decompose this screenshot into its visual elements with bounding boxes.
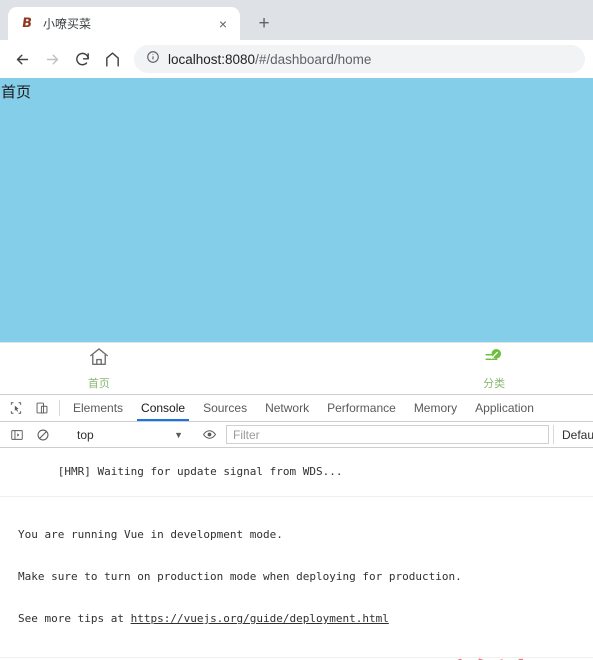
console-message-hmr-text: [HMR] Waiting for update signal from WDS… [57,465,343,478]
toolbar-divider [59,400,60,416]
home-icon[interactable] [98,45,126,73]
tab-application[interactable]: Application [466,395,543,421]
tab-elements[interactable]: Elements [64,395,132,421]
tab-sources[interactable]: Sources [194,395,256,421]
tab-network[interactable]: Network [256,395,318,421]
tabbar-item-home-label: 首页 [87,377,110,390]
live-expression-eye-icon[interactable] [196,427,222,442]
log-levels-value: Default [562,427,593,442]
clear-console-icon[interactable] [30,428,56,442]
devtools-tabstrip: Elements Console Sources Network Perform… [0,395,593,422]
toggle-device-toolbar-icon[interactable] [29,395,55,421]
home-outline-icon [88,346,110,373]
page-viewport: 首页 [0,78,593,342]
console-toolbar: top ▼ Filter Default [0,422,593,448]
vue-line-1: You are running Vue in development mode. [18,528,283,541]
browser-tabstrip: B 小嘹买菜 × + [0,0,593,40]
inspect-element-icon[interactable] [3,395,29,421]
filter-placeholder: Filter [233,427,260,442]
info-circle-icon[interactable] [146,50,160,69]
log-levels-select[interactable]: Default [553,425,593,444]
favicon-icon: B [19,15,35,32]
forward-arrow-icon [38,45,66,73]
tab-memory[interactable]: Memory [405,395,466,421]
reload-icon[interactable] [68,45,96,73]
vuejs-deployment-link[interactable]: https://vuejs.org/guide/deployment.html [131,612,389,625]
chevron-down-icon: ▼ [174,429,183,440]
execution-context-select[interactable]: top ▼ [69,425,187,444]
url-host: localhost:8080 [168,51,256,67]
new-tab-button[interactable]: + [250,9,278,37]
vue-line-2: Make sure to turn on production mode whe… [18,570,462,583]
address-bar-url: localhost:8080/#/dashboard/home [168,52,371,67]
devtools-panel: Elements Console Sources Network Perform… [0,394,593,660]
tab-console[interactable]: Console [132,395,194,421]
address-bar[interactable]: localhost:8080/#/dashboard/home [134,45,585,73]
tab-performance[interactable]: Performance [318,395,405,421]
url-path: /#/dashboard/home [255,51,372,67]
tabbar-item-category[interactable]: 分类 [395,346,593,391]
console-message-hmr: [HMR] Waiting for update signal from WDS… [0,448,593,497]
browser-navbar: localhost:8080/#/dashboard/home [0,40,593,78]
browser-tab-title: 小嘹买菜 [43,17,92,31]
browser-window: B 小嘹买菜 × + localhost:8080/#/dashboard/ho… [0,0,593,78]
back-arrow-icon[interactable] [8,45,36,73]
browser-tab[interactable]: B 小嘹买菜 × [8,7,240,40]
favicon-letter: B [20,16,34,31]
tabbar-item-category-label: 分类 [483,377,506,390]
filter-input[interactable]: Filter [226,425,549,444]
console-output[interactable]: [HMR] Waiting for update signal from WDS… [0,448,593,660]
page-title: 首页 [1,83,32,101]
execution-context-value: top [77,427,94,442]
vue-line-3-text: See more tips at [18,612,131,625]
app-bottom-tabbar: 首页 分类 [0,342,593,394]
console-sidebar-toggle-icon[interactable] [4,428,30,442]
vue-line-3: See more tips at https://vuejs.org/guide… [18,612,587,626]
tabbar-item-home[interactable]: 首页 [0,346,198,391]
category-leaf-icon [483,346,505,373]
console-message-vue: You are running Vue in development mode.… [0,497,593,658]
close-icon[interactable]: × [214,15,232,33]
